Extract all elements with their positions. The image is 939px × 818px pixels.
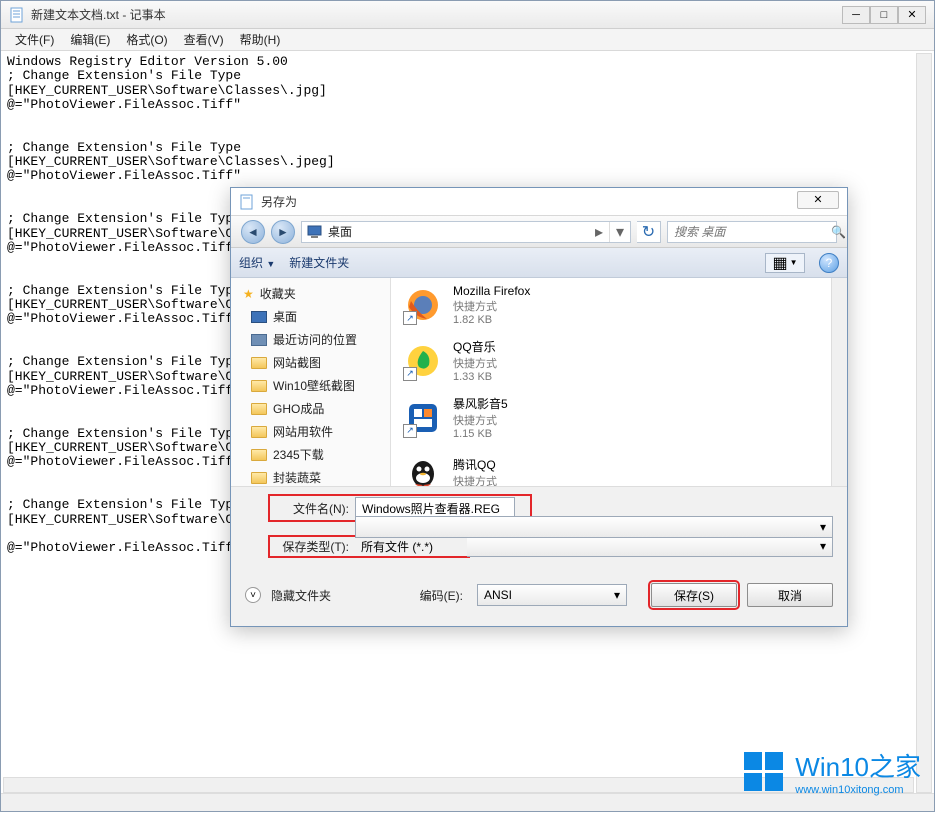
- menu-format[interactable]: 格式(O): [118, 29, 175, 50]
- file-list[interactable]: ↗ Mozilla Firefox快捷方式1.82 KB ↗ QQ音乐快捷方式1…: [391, 278, 847, 486]
- list-scrollbar[interactable]: [831, 278, 847, 486]
- vertical-scrollbar[interactable]: [916, 53, 932, 793]
- minimize-button[interactable]: ─: [842, 6, 870, 24]
- encoding-label: 编码(E):: [420, 587, 463, 604]
- close-button[interactable]: ✕: [898, 6, 926, 24]
- sidebar-favorites-label: 收藏夹: [260, 285, 296, 302]
- nav-forward-button[interactable]: ►: [271, 220, 295, 244]
- view-options-button[interactable]: ▦▼: [765, 253, 805, 273]
- list-item[interactable]: ↗ Mozilla Firefox快捷方式1.82 KB: [391, 278, 847, 332]
- notepad-menubar: 文件(F) 编辑(E) 格式(O) 查看(V) 帮助(H): [1, 29, 934, 51]
- filetype-value: 所有文件 (*.*): [355, 538, 467, 555]
- sidebar-item-folder[interactable]: 网站截图: [231, 351, 390, 374]
- chevron-right-icon: ▸: [589, 222, 609, 242]
- chevron-down-icon: ▾: [820, 539, 826, 553]
- watermark-logo-icon: [744, 752, 783, 791]
- help-button[interactable]: ?: [819, 253, 839, 273]
- qq-icon: [403, 452, 443, 486]
- chevron-down-icon: ▼: [266, 259, 275, 269]
- qqmusic-icon: ↗: [403, 341, 443, 381]
- sidebar: ★ 收藏夹 桌面 最近访问的位置 网站截图 Win10壁纸截图 GHO成品 网站…: [231, 278, 391, 486]
- dialog-body: ★ 收藏夹 桌面 最近访问的位置 网站截图 Win10壁纸截图 GHO成品 网站…: [231, 278, 847, 486]
- notepad-title: 新建文本文档.txt - 记事本: [31, 6, 842, 23]
- expand-folders-button[interactable]: ˅: [245, 587, 261, 603]
- hide-folders-label[interactable]: 隐藏文件夹: [271, 587, 410, 604]
- maximize-button[interactable]: □: [870, 6, 898, 24]
- notepad-icon: [9, 7, 25, 23]
- organize-button[interactable]: 组织 ▼: [239, 254, 275, 271]
- sidebar-item-desktop[interactable]: 桌面: [231, 305, 390, 328]
- refresh-button[interactable]: ↻: [637, 221, 661, 243]
- filetype-select[interactable]: ▾: [467, 535, 833, 557]
- dialog-close-button[interactable]: ✕: [797, 191, 839, 209]
- firefox-icon: ↗: [403, 285, 443, 325]
- watermark: Win10之家 www.win10xitong.com: [744, 747, 921, 796]
- search-box[interactable]: 🔍: [667, 221, 837, 243]
- folder-icon: [251, 380, 267, 392]
- window-controls: ─ □ ✕: [842, 6, 926, 24]
- dialog-icon: [239, 194, 255, 210]
- address-dropdown-icon[interactable]: ▾: [609, 222, 630, 242]
- search-icon: 🔍: [831, 225, 846, 239]
- nav-back-button[interactable]: ◄: [241, 220, 265, 244]
- sidebar-item-recent[interactable]: 最近访问的位置: [231, 328, 390, 351]
- list-item[interactable]: ↗ QQ音乐快捷方式1.33 KB: [391, 332, 847, 389]
- recent-icon: [251, 334, 267, 346]
- baofeng-icon: ↗: [403, 398, 443, 438]
- shortcut-badge-icon: ↗: [403, 424, 417, 438]
- sidebar-item-folder[interactable]: Win10壁纸截图: [231, 374, 390, 397]
- watermark-brand: Win10之家: [795, 747, 921, 784]
- search-input[interactable]: [674, 225, 831, 239]
- sidebar-item-folder[interactable]: GHO成品: [231, 397, 390, 420]
- chevron-down-icon: ▾: [614, 588, 620, 602]
- shortcut-badge-icon: ↗: [403, 311, 417, 325]
- toolbar-row: 组织 ▼ 新建文件夹 ▦▼ ?: [231, 248, 847, 278]
- menu-help[interactable]: 帮助(H): [232, 29, 289, 50]
- address-bar[interactable]: 桌面 ▸ ▾: [301, 221, 631, 243]
- desktop-icon: [251, 311, 267, 323]
- address-text: 桌面: [328, 223, 589, 240]
- shortcut-badge-icon: ↗: [403, 367, 417, 381]
- folder-icon: [251, 357, 267, 369]
- sidebar-item-folder[interactable]: 封装蔬菜: [231, 466, 390, 486]
- desktop-icon: [306, 223, 324, 241]
- filetype-row: 保存类型(T): 所有文件 (*.*) ▾: [271, 535, 833, 557]
- filename-dropdown[interactable]: ▾: [355, 516, 833, 538]
- filename-label: 文件名(N):: [271, 500, 349, 517]
- new-folder-button[interactable]: 新建文件夹: [289, 254, 349, 271]
- sidebar-favorites[interactable]: ★ 收藏夹: [231, 282, 390, 305]
- sidebar-item-folder[interactable]: 网站用软件: [231, 420, 390, 443]
- sidebar-item-folder[interactable]: 2345下载: [231, 443, 390, 466]
- menu-edit[interactable]: 编辑(E): [62, 29, 118, 50]
- filetype-label: 保存类型(T):: [271, 538, 349, 555]
- dialog-title: 另存为: [261, 193, 797, 210]
- form-area: 文件名(N): ▾ 保存类型(T): 所有文件 (*.*) ▾: [231, 486, 847, 575]
- nav-row: ◄ ► 桌面 ▸ ▾ ↻ 🔍: [231, 216, 847, 248]
- notepad-titlebar[interactable]: 新建文本文档.txt - 记事本 ─ □ ✕: [1, 1, 934, 29]
- star-icon: ★: [243, 287, 254, 301]
- dialog-titlebar[interactable]: 另存为 ✕: [231, 188, 847, 216]
- save-button[interactable]: 保存(S): [651, 583, 737, 607]
- folder-icon: [251, 403, 267, 415]
- chevron-down-icon: ▾: [820, 520, 826, 534]
- list-item[interactable]: ↗ 暴风影音5快捷方式1.15 KB: [391, 389, 847, 446]
- list-item[interactable]: 腾讯QQ快捷方式: [391, 446, 847, 486]
- menu-file[interactable]: 文件(F): [7, 29, 62, 50]
- encoding-select[interactable]: ANSI▾: [477, 584, 627, 606]
- save-as-dialog: 另存为 ✕ ◄ ► 桌面 ▸ ▾ ↻ 🔍 组织 ▼ 新建文件夹 ▦▼ ? ★: [230, 187, 848, 627]
- folder-icon: [251, 472, 267, 484]
- cancel-button[interactable]: 取消: [747, 583, 833, 607]
- folder-icon: [251, 426, 267, 438]
- menu-view[interactable]: 查看(V): [176, 29, 232, 50]
- folder-icon: [251, 449, 267, 461]
- watermark-url: www.win10xitong.com: [795, 784, 921, 796]
- bottom-row: ˅ 隐藏文件夹 编码(E): ANSI▾ 保存(S) 取消: [231, 575, 847, 621]
